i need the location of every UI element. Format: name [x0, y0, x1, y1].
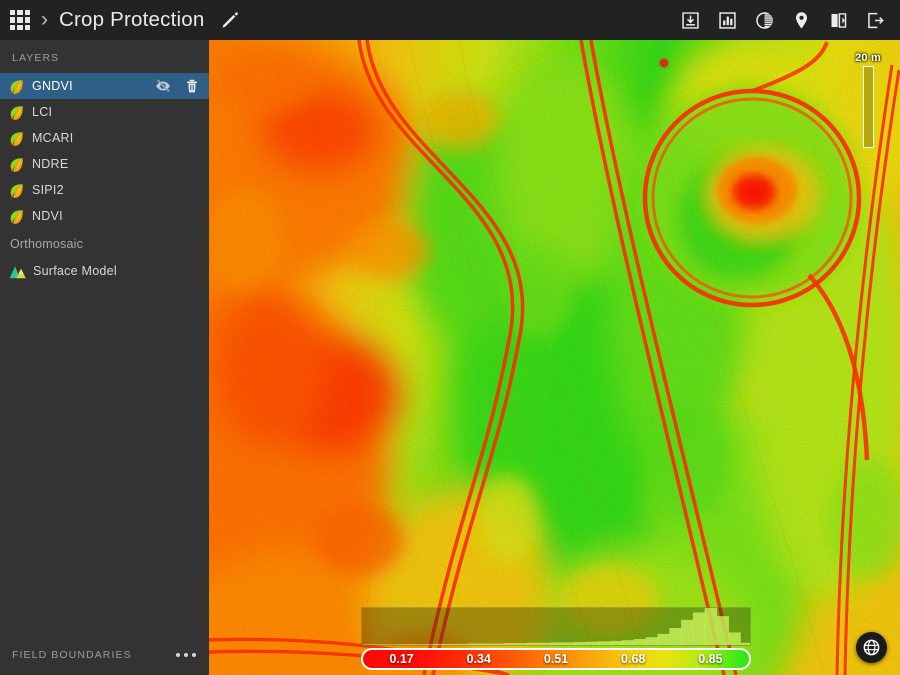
- sidebar-item-mcari[interactable]: MCARI: [0, 125, 209, 151]
- sidebar-item-sipi2[interactable]: SIPI2: [0, 177, 209, 203]
- hide-layer-icon[interactable]: [155, 78, 171, 94]
- layer-row-actions: [155, 73, 200, 99]
- scale-bar: 20 m: [852, 52, 884, 148]
- page-title: Crop Protection: [59, 8, 205, 31]
- field-boundaries-label: FIELD BOUNDARIES: [12, 649, 132, 661]
- map-pin-icon[interactable]: [790, 9, 812, 31]
- histogram-bars: [362, 608, 750, 645]
- leaf-icon: [8, 182, 25, 199]
- orthomosaic-group-label: Orthomosaic: [10, 237, 84, 251]
- sidebar-item-surface-model[interactable]: Surface Model: [0, 258, 209, 284]
- scale-bar-label: 20 m: [855, 52, 881, 64]
- layer-list: GNDVI LCI MCARI NDRE SIPI2 NDVI: [0, 73, 209, 229]
- field-boundaries-footer[interactable]: FIELD BOUNDARIES: [0, 635, 209, 675]
- layers-section-title: LAYERS: [12, 52, 60, 64]
- sidebar-item-ndvi[interactable]: NDVI: [0, 203, 209, 229]
- layer-label: NDRE: [32, 157, 69, 171]
- sidebar-item-lci[interactable]: LCI: [0, 99, 209, 125]
- top-header: › Crop Protection: [0, 0, 900, 40]
- legend-panel: 0.17 0.34 0.51 0.68 0.85: [361, 607, 751, 670]
- exit-icon[interactable]: [864, 9, 886, 31]
- colorbar[interactable]: 0.17 0.34 0.51 0.68 0.85: [361, 648, 751, 670]
- colorbar-tick-4: 0.85: [698, 652, 723, 666]
- pencil-icon[interactable]: [220, 10, 240, 30]
- bar-chart-icon[interactable]: [716, 9, 738, 31]
- layers-sidebar: LAYERS GNDVI LCI MCARI NDRE SIPI2 NDVI Orthom…: [0, 40, 209, 675]
- colorbar-tick-2: 0.51: [543, 652, 569, 666]
- colorbar-tick-0: 0.17: [389, 652, 414, 666]
- compare-split-icon[interactable]: [827, 9, 849, 31]
- layer-label: GNDVI: [32, 79, 73, 93]
- contrast-icon[interactable]: [753, 9, 775, 31]
- layer-label: MCARI: [32, 131, 74, 145]
- ndvi-raster-image: [209, 40, 900, 675]
- breadcrumb-separator: ›: [41, 7, 48, 31]
- header-left-group: › Crop Protection: [0, 8, 240, 32]
- more-options-icon[interactable]: [176, 653, 209, 657]
- scale-bar-line: [862, 66, 874, 148]
- leaf-icon: [8, 208, 25, 225]
- colorbar-tick-1: 0.34: [466, 652, 491, 666]
- download-icon[interactable]: [679, 9, 701, 31]
- app-root: › Crop Protection LAYERS GNDVI LCI MCARI…: [0, 0, 900, 675]
- colorbar-ticks: 0.17 0.34 0.51 0.68 0.85: [363, 650, 749, 668]
- header-tools: [679, 9, 900, 31]
- surface-model-label: Surface Model: [33, 264, 117, 278]
- leaf-icon: [8, 156, 25, 173]
- leaf-icon: [8, 104, 25, 121]
- leaf-icon: [8, 78, 25, 95]
- grid-apps-icon[interactable]: [10, 10, 30, 30]
- histogram-chart: [361, 607, 751, 646]
- delete-layer-icon[interactable]: [184, 78, 200, 94]
- mountain-icon: [8, 264, 27, 279]
- layer-label: LCI: [32, 105, 53, 119]
- layer-label: NDVI: [32, 209, 63, 223]
- leaf-icon: [8, 130, 25, 147]
- map-viewport[interactable]: 20 m 0.17 0.34 0.51 0.68 0.85: [209, 40, 900, 675]
- layer-label: SIPI2: [32, 183, 64, 197]
- sidebar-item-gndvi[interactable]: GNDVI: [0, 73, 209, 99]
- map-marker[interactable]: [660, 59, 668, 67]
- globe-icon[interactable]: [856, 632, 887, 663]
- colorbar-tick-3: 0.68: [621, 652, 646, 666]
- sidebar-item-ndre[interactable]: NDRE: [0, 151, 209, 177]
